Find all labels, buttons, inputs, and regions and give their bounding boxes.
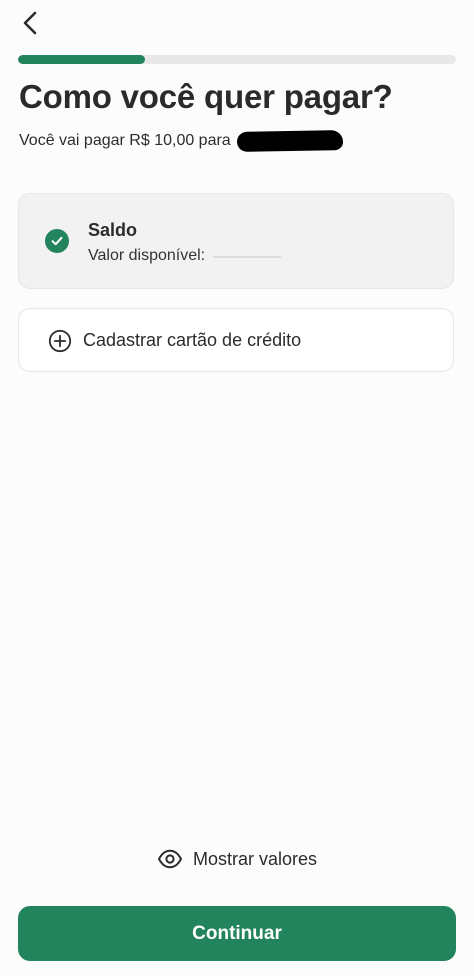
back-button[interactable] <box>14 6 48 40</box>
progress-bar-fill <box>18 55 146 64</box>
payment-description: Você vai pagar R$ 10,00 para <box>19 130 343 152</box>
chevron-left-icon <box>23 11 37 35</box>
saldo-available: Valor disponível: <box>88 247 282 265</box>
plus-circle-icon <box>48 329 72 353</box>
eye-icon <box>157 849 182 869</box>
show-values-label: Mostrar valores <box>192 848 318 869</box>
progress-bar <box>18 55 456 64</box>
redacted-recipient <box>236 130 343 152</box>
hidden-balance-value <box>213 256 282 258</box>
show-values-button[interactable]: Mostrar valores <box>0 846 474 872</box>
add-credit-card-label: Cadastrar cartão de crédito <box>83 330 302 350</box>
saldo-title: Saldo <box>88 220 138 240</box>
payment-option-saldo[interactable]: Saldo Valor disponível: <box>18 193 454 289</box>
continue-button[interactable]: Continuar <box>18 906 456 961</box>
add-credit-card-button[interactable]: Cadastrar cartão de crédito <box>18 308 454 372</box>
payment-description-text: Você vai pagar R$ 10,00 para <box>19 132 231 149</box>
page-title: Como você quer pagar? <box>19 78 393 115</box>
check-circle-icon <box>45 229 69 253</box>
saldo-available-label: Valor disponível: <box>88 247 206 264</box>
